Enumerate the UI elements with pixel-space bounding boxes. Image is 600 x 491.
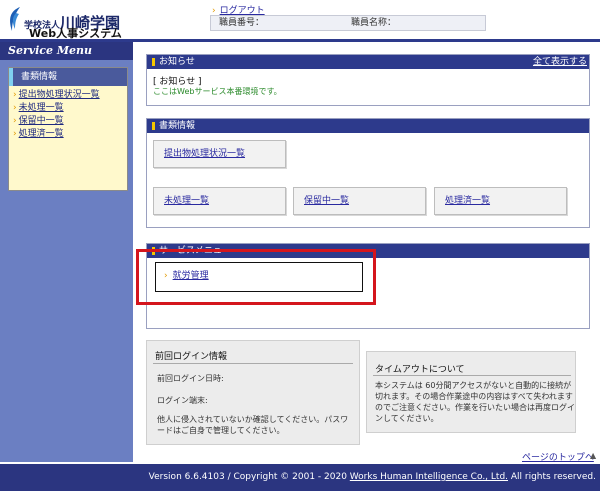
chevron-right-icon: › xyxy=(13,116,17,126)
last-login-info-box: 前回ログイン情報 前回ログイン日時: ログイン端末: 他人に侵入されていないか確… xyxy=(146,340,360,445)
employee-number-label: 職員番号： xyxy=(219,18,265,28)
arrow-up-icon[interactable]: ▲ xyxy=(590,451,596,460)
chevron-right-icon: › xyxy=(13,90,17,100)
sidebar: Service Menu 書類情報 › 提出物処理状況一覧 › 未処理一覧 › 保留中… xyxy=(0,42,133,462)
notice-header-label: お知らせ xyxy=(159,57,195,67)
highlight-annotation-box xyxy=(136,249,376,305)
sidebar-item-pending[interactable]: › 保留中一覧 xyxy=(9,115,127,128)
documents-panel: 書類情報 提出物処理状況一覧 未処理一覧 保留中一覧 処理済一覧 xyxy=(146,118,590,228)
sidebar-item-processed[interactable]: › 処理済一覧 xyxy=(9,128,127,141)
login-terminal: ログイン端末: xyxy=(157,396,208,405)
notice-panel-header: お知らせ 全て表示する xyxy=(147,55,589,69)
notice-panel: お知らせ 全て表示する [ お知らせ ] ここはWebサービス本番環境です。 xyxy=(146,54,590,106)
unprocessed-button[interactable]: 未処理一覧 xyxy=(153,187,286,215)
web-hr-system-page: 学校法人川崎学園 Web人事システム › ログアウト 職員番号： 職員名称： Se… xyxy=(0,0,600,491)
security-warning: 他人に侵入されていないか確認してください。パスワードはご自身で管理してください。 xyxy=(157,415,349,435)
timeout-info-body: 本システムは 60分間アクセスがないと自動的に接続が切れます。その場合作業途中の… xyxy=(375,381,575,423)
chevron-right-icon: › xyxy=(13,129,17,139)
school-logo: 学校法人川崎学園 Web人事システム xyxy=(6,4,141,40)
documents-panel-header: 書類情報 xyxy=(147,119,589,133)
rights-text: All rights reserved. xyxy=(508,472,596,482)
logo-mark-icon xyxy=(10,7,20,31)
employee-name-label: 職員名称： xyxy=(351,18,397,28)
submission-status-button[interactable]: 提出物処理状況一覧 xyxy=(153,140,286,168)
service-menu-title: Service Menu xyxy=(0,42,133,60)
processed-button[interactable]: 処理済一覧 xyxy=(434,187,567,215)
divider xyxy=(373,375,571,376)
copyright-text: Version 6.6.4103 / Copyright © 2001 - 20… xyxy=(148,472,350,482)
timeout-info-box: タイムアウトについて 本システムは 60分間アクセスがないと自動的に接続が切れま… xyxy=(366,351,576,433)
last-login-info-title: 前回ログイン情報 xyxy=(155,352,228,362)
sidebar-category-documents: 書類情報 xyxy=(9,68,127,86)
sidebar-menu: 書類情報 › 提出物処理状況一覧 › 未処理一覧 › 保留中一覧 › 処理済一覧 xyxy=(8,67,128,191)
divider xyxy=(153,363,353,364)
notice-body: ここはWebサービス本番環境です。 xyxy=(153,87,282,96)
timeout-info-title: タイムアウトについて xyxy=(375,365,465,375)
company-link[interactable]: Works Human Intelligence Co., Ltd. xyxy=(350,472,508,482)
user-info-bar: 職員番号： 職員名称： xyxy=(210,15,486,31)
last-login-datetime: 前回ログイン日時: xyxy=(157,374,224,383)
chevron-right-icon: › xyxy=(13,103,17,113)
footer: Version 6.6.4103 / Copyright © 2001 - 20… xyxy=(0,464,600,491)
pending-button[interactable]: 保留中一覧 xyxy=(293,187,426,215)
page-top-link[interactable]: ページのトップへ xyxy=(522,450,594,463)
sidebar-item-submission-status[interactable]: › 提出物処理状況一覧 xyxy=(9,89,127,102)
show-all-link[interactable]: 全て表示する xyxy=(533,55,587,69)
sidebar-item-unprocessed[interactable]: › 未処理一覧 xyxy=(9,102,127,115)
